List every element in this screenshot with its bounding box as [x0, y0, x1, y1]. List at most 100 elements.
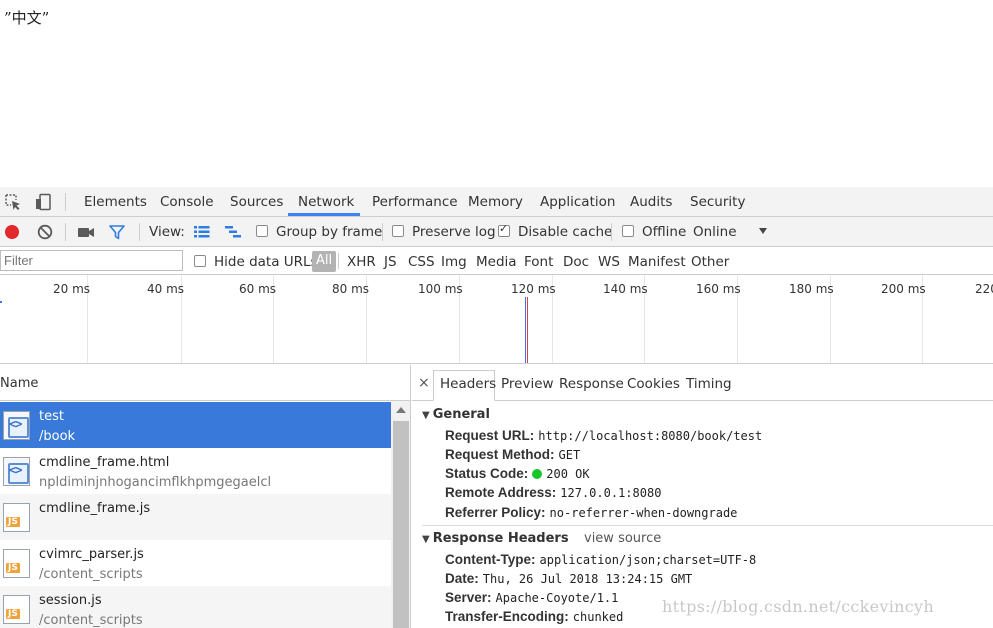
document-icon: [3, 457, 30, 486]
request-row[interactable]: test /book: [0, 402, 391, 448]
general-section-toggle[interactable]: ▼ General: [422, 407, 490, 422]
tab-sources[interactable]: Sources: [230, 194, 283, 210]
tab-cookies[interactable]: Cookies: [627, 376, 680, 392]
load-event-marker: [527, 297, 528, 363]
filter-bar: Hide data URLs All XHR JS CSS Img Media …: [0, 247, 993, 275]
tab-response[interactable]: Response: [559, 376, 624, 392]
tab-audits[interactable]: Audits: [630, 194, 672, 210]
header-row: Request URL: http://localhost:8080/book/t…: [445, 428, 763, 443]
request-list-scrollbar[interactable]: [391, 401, 410, 628]
name-column-header[interactable]: Name: [0, 365, 410, 401]
timeline-tick-label: 140 ms: [603, 282, 648, 296]
expanded-triangle-icon: ▼: [422, 410, 430, 421]
toolbar-divider: [382, 223, 383, 241]
timeline-request-marker: [0, 301, 2, 303]
tabbar-divider: [65, 193, 66, 211]
tab-memory[interactable]: Memory: [468, 194, 523, 210]
timeline-tick-label: 20 ms: [53, 282, 91, 296]
type-filter-media[interactable]: Media: [476, 254, 517, 270]
inspect-element-icon[interactable]: [4, 193, 22, 211]
tab-application[interactable]: Application: [540, 194, 615, 210]
tab-performance[interactable]: Performance: [372, 194, 458, 210]
timeline-tick-label: 200 ms: [881, 282, 926, 296]
type-filter-img[interactable]: Img: [441, 254, 467, 270]
disable-cache-label: Disable cache: [518, 224, 613, 240]
request-name: test: [39, 409, 64, 424]
header-row: Status Code: 200 OK: [445, 466, 590, 481]
response-headers-toggle[interactable]: ▼ Response Headers: [422, 531, 569, 546]
tab-preview[interactable]: Preview: [501, 376, 554, 392]
type-filter-xhr[interactable]: XHR: [347, 254, 376, 270]
type-filter-other[interactable]: Other: [691, 254, 729, 270]
request-row[interactable]: cmdline_frame.js: [0, 494, 391, 540]
script-icon: [3, 549, 30, 578]
scrollbar-thumb[interactable]: [393, 421, 409, 628]
chevron-down-icon[interactable]: [757, 225, 769, 237]
status-ok-icon: [532, 469, 543, 479]
filter-input[interactable]: [0, 250, 183, 271]
toolbar-divider: [65, 223, 66, 241]
overview-waterfall-icon[interactable]: [224, 223, 242, 241]
preserve-log-checkbox[interactable]: [392, 225, 404, 237]
request-path: npldiminjnhogancimflkhpmgegaelcl: [39, 475, 272, 490]
group-by-frame-label: Group by frame: [276, 224, 383, 240]
devtools-tabbar: Elements Console Sources Network Perform…: [0, 187, 993, 217]
request-row[interactable]: session.js /content_scripts: [0, 586, 391, 628]
tab-headers[interactable]: Headers: [440, 376, 496, 392]
device-toolbar-icon[interactable]: [34, 193, 52, 211]
toolbar-divider: [139, 223, 140, 241]
screenshot-camera-icon[interactable]: [77, 223, 95, 241]
tab-timing[interactable]: Timing: [686, 376, 732, 392]
tab-elements[interactable]: Elements: [84, 194, 147, 210]
header-row: Remote Address: 127.0.0.1:8080: [445, 485, 662, 500]
watermark: https://blog.csdn.net/cckevincyh: [662, 597, 934, 616]
section-divider: [422, 525, 993, 526]
scroll-up-arrow-icon[interactable]: [396, 407, 406, 413]
toolbar-divider: [611, 223, 612, 241]
script-icon: [3, 595, 30, 624]
type-filter-css[interactable]: CSS: [408, 254, 435, 270]
tab-console[interactable]: Console: [160, 194, 214, 210]
view-source-link[interactable]: view source: [584, 531, 661, 546]
type-filter-manifest[interactable]: Manifest: [628, 254, 686, 270]
close-details-icon[interactable]: ×: [418, 375, 430, 391]
throttling-select[interactable]: Online: [693, 224, 737, 240]
hide-data-urls-checkbox[interactable]: [194, 255, 206, 267]
type-filter-font[interactable]: Font: [524, 254, 553, 270]
type-filter-js[interactable]: JS: [384, 254, 397, 270]
type-filter-ws[interactable]: WS: [598, 254, 620, 270]
header-row: Date: Thu, 26 Jul 2018 13:24:15 GMT: [445, 571, 693, 586]
disable-cache-checkbox[interactable]: [498, 222, 510, 237]
large-rows-icon[interactable]: [193, 223, 211, 241]
timeline-tick-label: 40 ms: [147, 282, 185, 296]
response-headers-title: Response Headers: [432, 531, 569, 546]
tab-security[interactable]: Security: [690, 194, 745, 210]
offline-label: Offline: [642, 224, 687, 240]
request-name: cvimrc_parser.js: [39, 547, 144, 562]
filter-divider: [338, 253, 339, 269]
type-filter-doc[interactable]: Doc: [563, 254, 589, 270]
record-icon[interactable]: [3, 223, 21, 241]
request-name: cmdline_frame.html: [39, 455, 170, 470]
active-tab-indicator: [288, 213, 360, 216]
request-path: /book: [39, 429, 76, 444]
header-row: Referrer Policy: no-referrer-when-downgra…: [445, 505, 738, 520]
preserve-log-label: Preserve log: [412, 224, 496, 240]
header-row: Request Method: GET: [445, 447, 581, 462]
timeline-overview[interactable]: 20 ms 40 ms 60 ms 80 ms 100 ms 120 ms 14…: [0, 275, 993, 364]
details-tabbar: × Headers Preview Response Cookies Timin…: [412, 365, 993, 401]
tab-network[interactable]: Network: [298, 194, 354, 210]
request-row[interactable]: cvimrc_parser.js /content_scripts: [0, 540, 391, 586]
offline-checkbox[interactable]: [622, 225, 634, 237]
hide-data-urls-label: Hide data URLs: [214, 254, 318, 270]
request-name: cmdline_frame.js: [39, 501, 151, 516]
group-by-frame-checkbox[interactable]: [256, 225, 268, 237]
request-name: session.js: [39, 593, 102, 608]
request-path: /content_scripts: [39, 567, 143, 582]
type-filter-all[interactable]: All: [312, 251, 337, 272]
request-row[interactable]: cmdline_frame.html npldiminjnhogancimflk…: [0, 448, 391, 494]
filter-funnel-icon[interactable]: [108, 223, 126, 241]
request-details: × Headers Preview Response Cookies Timin…: [412, 365, 993, 628]
clear-icon[interactable]: [36, 223, 54, 241]
request-path: /content_scripts: [39, 613, 143, 628]
